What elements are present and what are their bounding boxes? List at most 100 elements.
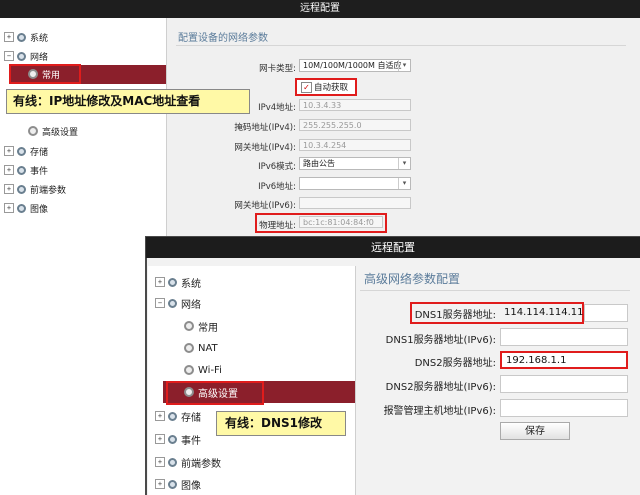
- gear-icon: [28, 126, 38, 136]
- w1-ipv6-mode-value: 路由公告: [303, 159, 335, 168]
- w2-tree-nat[interactable]: NAT: [184, 339, 218, 357]
- w2-save-button[interactable]: 保存: [500, 422, 570, 440]
- window1-title: 远程配置: [300, 3, 340, 14]
- w2-panel-title: 高级网络参数配置: [364, 272, 461, 286]
- w2-tree-event-label: 事件: [181, 435, 201, 447]
- gear-icon: [17, 203, 26, 213]
- expand-icon[interactable]: +: [4, 32, 14, 42]
- gear-icon: [184, 387, 194, 397]
- w2-dns2-label: DNS2服务器地址:: [414, 358, 496, 369]
- expand-icon[interactable]: +: [4, 203, 14, 213]
- w2-tree-event[interactable]: + 事件: [155, 430, 201, 448]
- w1-tree-frontend[interactable]: + 前端参数: [4, 181, 66, 197]
- w2-callout: 有线：DNS1修改: [216, 411, 346, 436]
- w1-callout-text: 有线：IP地址修改及MAC地址查看: [13, 94, 201, 108]
- w1-tree-image[interactable]: + 图像: [4, 200, 48, 216]
- w2-dns1-label: DNS1服务器地址:: [414, 310, 496, 321]
- gear-icon: [168, 277, 177, 287]
- w2-dns1-field[interactable]: 114.114.114.114: [500, 304, 590, 322]
- w2-callout-text: 有线：DNS1修改: [225, 416, 322, 430]
- collapse-icon[interactable]: −: [4, 51, 14, 61]
- gear-icon: [17, 146, 26, 156]
- w1-tree-storage-label: 存储: [30, 147, 49, 158]
- w2-save-label: 保存: [525, 426, 545, 437]
- w2-tree-frontend[interactable]: + 前端参数: [155, 453, 221, 471]
- w1-ipv6-mode-label: IPv6模式:: [258, 162, 296, 172]
- w2-tree-image[interactable]: + 图像: [155, 475, 201, 493]
- w2-tree-wifi-label: Wi-Fi: [198, 364, 222, 376]
- w1-ipv4-field[interactable]: 10.3.4.33: [299, 99, 411, 111]
- chevron-down-icon[interactable]: ▾: [398, 60, 410, 71]
- expand-icon[interactable]: +: [4, 165, 14, 175]
- w1-tree-event[interactable]: + 事件: [4, 162, 48, 178]
- w1-panel-divider: [176, 45, 626, 46]
- w1-tree-advanced[interactable]: 高级设置: [28, 123, 78, 139]
- w1-mac-field[interactable]: bc:1c:81:04:84:f0: [299, 216, 383, 228]
- w2-tree-wifi[interactable]: Wi-Fi: [184, 361, 222, 379]
- w2-tree-network-label: 网络: [181, 299, 201, 311]
- expand-icon[interactable]: +: [155, 277, 165, 287]
- w1-ipv6-addr-label: IPv6地址:: [258, 182, 296, 192]
- w1-auto-obtain-checkbox[interactable]: ✓: [301, 82, 312, 93]
- gear-icon: [168, 457, 177, 467]
- w1-nic-type-label: 网卡类型:: [259, 64, 296, 74]
- w1-mask-label: 掩码地址(IPv4):: [234, 123, 296, 133]
- w2-panel-divider: [360, 290, 630, 291]
- collapse-icon[interactable]: −: [155, 298, 165, 308]
- w2-tree-network[interactable]: − 网络: [155, 294, 201, 312]
- chevron-down-icon[interactable]: ▾: [398, 178, 410, 189]
- window1-titlebar: 远程配置: [0, 0, 640, 18]
- w1-gateway-field[interactable]: 10.3.4.254: [299, 139, 411, 151]
- w2-alarm-field[interactable]: [500, 399, 628, 417]
- w2-tree-advanced[interactable]: 高级设置: [184, 383, 238, 401]
- w2-tree-general-label: 常用: [198, 322, 218, 334]
- w1-general-highlight: [9, 64, 81, 84]
- chevron-down-icon[interactable]: ▾: [398, 158, 410, 169]
- w1-ipv6-gw-field[interactable]: [299, 197, 411, 209]
- w2-dns1v6-field[interactable]: [500, 328, 628, 346]
- w1-tree-event-label: 事件: [30, 166, 49, 177]
- gear-icon: [184, 343, 194, 353]
- w1-ipv6-gw-label: 网关地址(IPv6):: [234, 201, 296, 211]
- expand-icon[interactable]: +: [155, 411, 165, 421]
- gear-icon: [184, 321, 194, 331]
- w2-dns2-field[interactable]: 192.168.1.1: [500, 351, 628, 369]
- w1-panel-title: 配置设备的网络参数: [178, 33, 268, 44]
- expand-icon[interactable]: +: [4, 146, 14, 156]
- gear-icon: [184, 365, 194, 375]
- gear-icon: [168, 298, 177, 308]
- expand-icon[interactable]: +: [155, 479, 165, 489]
- w2-tree-system[interactable]: + 系统: [155, 273, 201, 291]
- w1-tree-frontend-label: 前端参数: [30, 185, 67, 196]
- gear-icon: [168, 411, 177, 421]
- w1-tree-system-label: 系统: [30, 33, 49, 44]
- w1-mask-field[interactable]: 255.255.255.0: [299, 119, 411, 131]
- w2-tree-general[interactable]: 常用: [184, 317, 218, 335]
- expand-icon[interactable]: +: [4, 184, 14, 194]
- window2-title: 远程配置: [371, 241, 415, 254]
- w2-tree-storage[interactable]: + 存储: [155, 407, 201, 425]
- w1-mac-label: 物理地址:: [259, 221, 296, 231]
- w2-tree-image-label: 图像: [181, 480, 201, 492]
- w2-dns2v6-field[interactable]: [500, 375, 628, 393]
- w1-tree-network[interactable]: − 网络: [4, 48, 48, 64]
- gear-icon: [168, 479, 177, 489]
- w1-nic-type-select[interactable]: 10M/100M/1000M 自适应 ▾: [299, 59, 411, 72]
- w1-tree-image-label: 图像: [30, 204, 49, 215]
- gear-icon: [17, 32, 26, 42]
- gear-icon: [17, 165, 26, 175]
- w1-tree-system[interactable]: + 系统: [4, 29, 48, 45]
- w2-tree-advanced-label: 高级设置: [198, 388, 238, 400]
- gear-icon: [168, 434, 177, 444]
- window2-titlebar: 远程配置: [146, 237, 640, 258]
- w1-ipv6-addr-select[interactable]: ▾: [299, 177, 411, 190]
- w1-tree-advanced-label: 高级设置: [42, 127, 79, 138]
- expand-icon[interactable]: +: [155, 434, 165, 444]
- expand-icon[interactable]: +: [155, 457, 165, 467]
- w2-tree-storage-label: 存储: [181, 412, 201, 424]
- w1-ipv6-mode-select[interactable]: 路由公告 ▾: [299, 157, 411, 170]
- gear-icon: [17, 51, 26, 61]
- w1-callout: 有线：IP地址修改及MAC地址查看: [6, 89, 250, 114]
- w1-tree-storage[interactable]: + 存储: [4, 143, 48, 159]
- w1-gateway-label: 网关地址(IPv4):: [234, 143, 296, 153]
